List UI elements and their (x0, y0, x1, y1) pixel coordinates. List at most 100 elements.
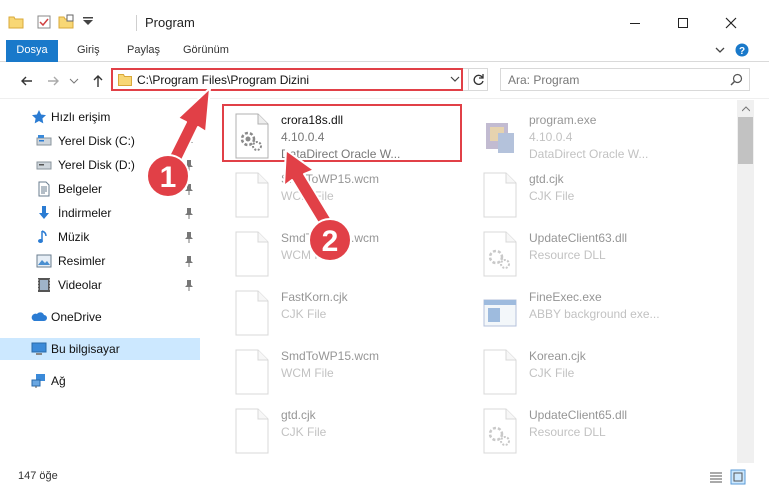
file-name: SmdToWP15.wcm (281, 349, 380, 363)
exe-icon (486, 123, 514, 153)
sidebar-item-label: Hızlı erişim (51, 110, 111, 124)
annotation-file-highlight (222, 104, 462, 162)
pin-icon[interactable] (184, 183, 194, 195)
search-box[interactable]: Ara: Program (500, 68, 750, 91)
annotation-address-highlight (111, 68, 463, 91)
scrollbar-thumb[interactable] (738, 117, 753, 164)
sidebar-item-documents[interactable]: Belgeler (0, 178, 200, 200)
help-icon[interactable]: ? (735, 43, 749, 57)
sidebar-item-label: Resimler (58, 254, 106, 268)
pin-icon[interactable] (184, 231, 194, 243)
file-item-program-exe[interactable]: program.exe 4.10.0.4 DataDirect Oracle W… (472, 105, 712, 163)
pin-icon[interactable] (184, 207, 194, 219)
file-type: CJK File (281, 425, 327, 439)
documents-icon (38, 181, 50, 197)
recent-locations-button[interactable] (65, 72, 83, 90)
sidebar-item-onedrive[interactable]: OneDrive (0, 306, 200, 328)
file-item-smdtowp15-wcm[interactable]: SmdToWP15.wcm WCM File (224, 341, 464, 399)
file-name: gtd.cjk (529, 172, 564, 186)
sidebar-item-local-disk-d[interactable]: Yerel Disk (D:) (0, 154, 200, 176)
pin-icon[interactable] (184, 255, 194, 267)
expand-ribbon-icon[interactable] (713, 43, 727, 57)
file-name: SmdToWP15.wcm (281, 231, 380, 245)
maximize-icon (678, 18, 688, 28)
forward-button[interactable] (44, 72, 62, 90)
file-item-gtd-cjk[interactable]: gtd.cjk CJK File (224, 400, 464, 458)
pin-icon[interactable] (184, 279, 194, 291)
sidebar-item-videos[interactable]: Videolar (0, 274, 200, 296)
file-type: Resource DLL (529, 248, 606, 262)
sidebar-item-label: Yerel Disk (C:) (58, 134, 135, 148)
refresh-icon (473, 74, 484, 85)
tab-home[interactable]: Giriş (67, 40, 110, 62)
file-type: CJK File (281, 307, 327, 321)
tab-share[interactable]: Paylaş (117, 40, 170, 62)
file-item-gtd-cjk[interactable]: gtd.cjk CJK File (472, 164, 712, 222)
window-title: Program (145, 15, 195, 30)
sidebar-item-quick-access[interactable]: Hızlı erişim (0, 106, 200, 128)
file-name: FineExec.exe (529, 290, 602, 304)
minimize-button[interactable] (612, 8, 658, 38)
maximize-button[interactable] (660, 8, 706, 38)
sidebar-item-music[interactable]: Müzik (0, 226, 200, 248)
sidebar-item-this-pc[interactable]: Bu bilgisayar (0, 338, 200, 360)
pin-icon[interactable] (184, 135, 194, 147)
file-icon (483, 349, 517, 395)
pictures-icon (36, 254, 52, 268)
search-placeholder: Ara: Program (508, 73, 580, 87)
file-type: Resource DLL (529, 425, 606, 439)
tab-view[interactable]: Görünüm (173, 40, 239, 62)
file-item-updateclient65-dll[interactable]: UpdateClient65.dll Resource DLL (472, 400, 712, 458)
file-item-updateclient63-dll[interactable]: UpdateClient63.dll Resource DLL (472, 223, 712, 281)
pin-icon[interactable] (184, 159, 194, 171)
drive-icon (36, 161, 52, 170)
large-icons-view-icon[interactable] (730, 469, 746, 485)
sidebar-item-downloads[interactable]: İndirmeler (0, 202, 200, 224)
refresh-button[interactable] (468, 69, 488, 90)
status-bar: 147 öğe (0, 463, 769, 503)
title-separator (136, 15, 137, 31)
dll-icon (483, 231, 517, 277)
sidebar-item-network[interactable]: Ağ (0, 370, 200, 392)
close-icon (725, 17, 737, 29)
close-button[interactable] (708, 8, 754, 38)
back-button[interactable] (18, 72, 36, 90)
sidebar-item-local-disk-c[interactable]: Yerel Disk (C:) (0, 130, 200, 152)
file-item-smdtowp15-wcm[interactable]: SmdToWP15.wcm WCM File (224, 223, 464, 281)
file-item-korean-cjk[interactable]: Korean.cjk CJK File (472, 341, 712, 399)
sidebar-item-label: Müzik (58, 230, 90, 244)
file-name: UpdateClient65.dll (529, 408, 628, 422)
file-icon (235, 172, 269, 218)
file-name: program.exe (529, 113, 597, 127)
vertical-scrollbar[interactable] (737, 100, 754, 463)
sidebar-item-pictures[interactable]: Resimler (0, 250, 200, 272)
details-view-icon[interactable] (708, 469, 724, 485)
sidebar-item-label: Belgeler (58, 182, 103, 196)
scroll-up-button[interactable] (737, 100, 754, 117)
file-item-smdtowp15-wcm[interactable]: SmdToWP15.wcm WCM File (224, 164, 464, 222)
file-description: DataDirect Oracle W... (529, 147, 649, 161)
new-folder-icon[interactable] (58, 14, 74, 30)
sidebar-item-label: Yerel Disk (D:) (58, 158, 135, 172)
file-name: gtd.cjk (281, 408, 316, 422)
file-icon (235, 349, 269, 395)
sidebar-item-label: İndirmeler (58, 206, 112, 220)
star-icon (32, 110, 46, 124)
file-type: WCM File (281, 189, 334, 203)
file-version: 4.10.0.4 (529, 130, 573, 144)
properties-icon[interactable] (36, 14, 52, 30)
file-icon (235, 290, 269, 336)
file-name: UpdateClient63.dll (529, 231, 628, 245)
file-item-fastkorn-cjk[interactable]: FastKorn.cjk CJK File (224, 282, 464, 340)
onedrive-icon (31, 312, 47, 321)
sidebar-item-label: Videolar (58, 278, 102, 292)
file-item-fineexec-exe[interactable]: FineExec.exe ABBY background exe... (472, 282, 712, 340)
svg-text:?: ? (739, 46, 745, 57)
file-name: Korean.cjk (529, 349, 586, 363)
exe-icon (483, 299, 517, 327)
chevron-down-icon (69, 78, 79, 84)
chevron-up-icon (741, 105, 750, 111)
customize-toolbar-icon[interactable] (80, 14, 96, 30)
up-button[interactable] (89, 72, 107, 90)
tab-file[interactable]: Dosya (6, 40, 58, 62)
